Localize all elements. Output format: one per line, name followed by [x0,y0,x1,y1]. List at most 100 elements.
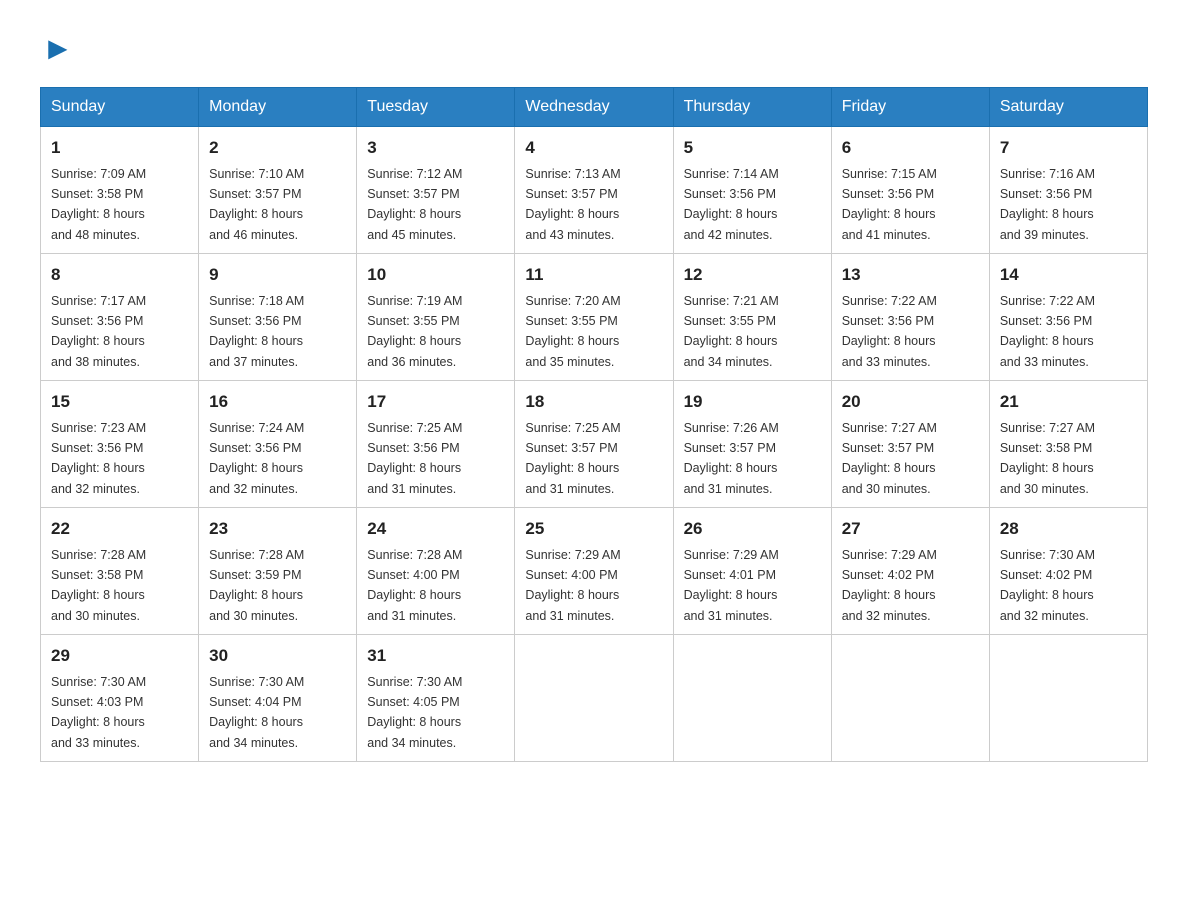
day-info: Sunrise: 7:18 AMSunset: 3:56 PMDaylight:… [209,294,304,369]
day-info: Sunrise: 7:20 AMSunset: 3:55 PMDaylight:… [525,294,620,369]
day-info: Sunrise: 7:27 AMSunset: 3:57 PMDaylight:… [842,421,937,496]
weekday-header-row: SundayMondayTuesdayWednesdayThursdayFrid… [41,88,1148,127]
weekday-header-friday: Friday [831,88,989,127]
day-number: 21 [1000,389,1137,415]
calendar-cell: 22 Sunrise: 7:28 AMSunset: 3:58 PMDaylig… [41,508,199,635]
day-number: 24 [367,516,504,542]
calendar-cell: 1 Sunrise: 7:09 AMSunset: 3:58 PMDayligh… [41,127,199,254]
calendar-cell: 6 Sunrise: 7:15 AMSunset: 3:56 PMDayligh… [831,127,989,254]
day-info: Sunrise: 7:24 AMSunset: 3:56 PMDaylight:… [209,421,304,496]
calendar-cell: 17 Sunrise: 7:25 AMSunset: 3:56 PMDaylig… [357,381,515,508]
calendar-week-row: 15 Sunrise: 7:23 AMSunset: 3:56 PMDaylig… [41,381,1148,508]
day-number: 13 [842,262,979,288]
calendar-week-row: 8 Sunrise: 7:17 AMSunset: 3:56 PMDayligh… [41,254,1148,381]
day-number: 15 [51,389,188,415]
calendar-cell: 25 Sunrise: 7:29 AMSunset: 4:00 PMDaylig… [515,508,673,635]
weekday-header-thursday: Thursday [673,88,831,127]
calendar-cell: 16 Sunrise: 7:24 AMSunset: 3:56 PMDaylig… [199,381,357,508]
day-number: 28 [1000,516,1137,542]
day-info: Sunrise: 7:28 AMSunset: 4:00 PMDaylight:… [367,548,462,623]
day-info: Sunrise: 7:25 AMSunset: 3:57 PMDaylight:… [525,421,620,496]
day-number: 3 [367,135,504,161]
day-number: 23 [209,516,346,542]
calendar-cell [831,635,989,762]
logo-arrow-icon: ► [42,30,74,67]
calendar-cell: 31 Sunrise: 7:30 AMSunset: 4:05 PMDaylig… [357,635,515,762]
calendar-cell: 27 Sunrise: 7:29 AMSunset: 4:02 PMDaylig… [831,508,989,635]
day-number: 16 [209,389,346,415]
day-number: 27 [842,516,979,542]
day-info: Sunrise: 7:21 AMSunset: 3:55 PMDaylight:… [684,294,779,369]
weekday-header-wednesday: Wednesday [515,88,673,127]
day-info: Sunrise: 7:29 AMSunset: 4:01 PMDaylight:… [684,548,779,623]
day-number: 20 [842,389,979,415]
day-number: 29 [51,643,188,669]
day-number: 30 [209,643,346,669]
day-info: Sunrise: 7:30 AMSunset: 4:04 PMDaylight:… [209,675,304,750]
day-number: 8 [51,262,188,288]
day-number: 26 [684,516,821,542]
calendar-cell: 18 Sunrise: 7:25 AMSunset: 3:57 PMDaylig… [515,381,673,508]
day-number: 4 [525,135,662,161]
weekday-header-monday: Monday [199,88,357,127]
day-number: 5 [684,135,821,161]
page-header: ► [40,30,1148,67]
calendar-cell: 21 Sunrise: 7:27 AMSunset: 3:58 PMDaylig… [989,381,1147,508]
day-info: Sunrise: 7:29 AMSunset: 4:02 PMDaylight:… [842,548,937,623]
day-number: 11 [525,262,662,288]
calendar-cell: 4 Sunrise: 7:13 AMSunset: 3:57 PMDayligh… [515,127,673,254]
calendar-cell: 30 Sunrise: 7:30 AMSunset: 4:04 PMDaylig… [199,635,357,762]
calendar-cell: 24 Sunrise: 7:28 AMSunset: 4:00 PMDaylig… [357,508,515,635]
day-info: Sunrise: 7:10 AMSunset: 3:57 PMDaylight:… [209,167,304,242]
day-info: Sunrise: 7:30 AMSunset: 4:02 PMDaylight:… [1000,548,1095,623]
calendar-cell: 26 Sunrise: 7:29 AMSunset: 4:01 PMDaylig… [673,508,831,635]
calendar-cell: 9 Sunrise: 7:18 AMSunset: 3:56 PMDayligh… [199,254,357,381]
day-number: 9 [209,262,346,288]
day-number: 14 [1000,262,1137,288]
day-info: Sunrise: 7:09 AMSunset: 3:58 PMDaylight:… [51,167,146,242]
day-info: Sunrise: 7:29 AMSunset: 4:00 PMDaylight:… [525,548,620,623]
calendar-table: SundayMondayTuesdayWednesdayThursdayFrid… [40,87,1148,762]
day-info: Sunrise: 7:23 AMSunset: 3:56 PMDaylight:… [51,421,146,496]
day-info: Sunrise: 7:25 AMSunset: 3:56 PMDaylight:… [367,421,462,496]
day-info: Sunrise: 7:19 AMSunset: 3:55 PMDaylight:… [367,294,462,369]
day-number: 12 [684,262,821,288]
day-info: Sunrise: 7:30 AMSunset: 4:03 PMDaylight:… [51,675,146,750]
calendar-week-row: 29 Sunrise: 7:30 AMSunset: 4:03 PMDaylig… [41,635,1148,762]
calendar-cell: 29 Sunrise: 7:30 AMSunset: 4:03 PMDaylig… [41,635,199,762]
calendar-cell: 11 Sunrise: 7:20 AMSunset: 3:55 PMDaylig… [515,254,673,381]
calendar-cell: 2 Sunrise: 7:10 AMSunset: 3:57 PMDayligh… [199,127,357,254]
calendar-week-row: 1 Sunrise: 7:09 AMSunset: 3:58 PMDayligh… [41,127,1148,254]
day-number: 17 [367,389,504,415]
calendar-cell: 7 Sunrise: 7:16 AMSunset: 3:56 PMDayligh… [989,127,1147,254]
weekday-header-tuesday: Tuesday [357,88,515,127]
day-number: 6 [842,135,979,161]
day-number: 22 [51,516,188,542]
day-info: Sunrise: 7:30 AMSunset: 4:05 PMDaylight:… [367,675,462,750]
day-info: Sunrise: 7:17 AMSunset: 3:56 PMDaylight:… [51,294,146,369]
calendar-cell: 13 Sunrise: 7:22 AMSunset: 3:56 PMDaylig… [831,254,989,381]
weekday-header-sunday: Sunday [41,88,199,127]
day-number: 19 [684,389,821,415]
day-number: 31 [367,643,504,669]
logo: ► [40,30,80,67]
calendar-cell: 19 Sunrise: 7:26 AMSunset: 3:57 PMDaylig… [673,381,831,508]
calendar-cell: 3 Sunrise: 7:12 AMSunset: 3:57 PMDayligh… [357,127,515,254]
day-number: 1 [51,135,188,161]
day-info: Sunrise: 7:12 AMSunset: 3:57 PMDaylight:… [367,167,462,242]
calendar-cell: 28 Sunrise: 7:30 AMSunset: 4:02 PMDaylig… [989,508,1147,635]
day-info: Sunrise: 7:14 AMSunset: 3:56 PMDaylight:… [684,167,779,242]
day-number: 10 [367,262,504,288]
day-number: 25 [525,516,662,542]
day-info: Sunrise: 7:27 AMSunset: 3:58 PMDaylight:… [1000,421,1095,496]
day-info: Sunrise: 7:16 AMSunset: 3:56 PMDaylight:… [1000,167,1095,242]
day-info: Sunrise: 7:22 AMSunset: 3:56 PMDaylight:… [842,294,937,369]
day-info: Sunrise: 7:15 AMSunset: 3:56 PMDaylight:… [842,167,937,242]
calendar-cell [989,635,1147,762]
calendar-cell [673,635,831,762]
day-info: Sunrise: 7:26 AMSunset: 3:57 PMDaylight:… [684,421,779,496]
day-info: Sunrise: 7:28 AMSunset: 3:58 PMDaylight:… [51,548,146,623]
day-info: Sunrise: 7:13 AMSunset: 3:57 PMDaylight:… [525,167,620,242]
calendar-cell: 12 Sunrise: 7:21 AMSunset: 3:55 PMDaylig… [673,254,831,381]
calendar-cell: 10 Sunrise: 7:19 AMSunset: 3:55 PMDaylig… [357,254,515,381]
